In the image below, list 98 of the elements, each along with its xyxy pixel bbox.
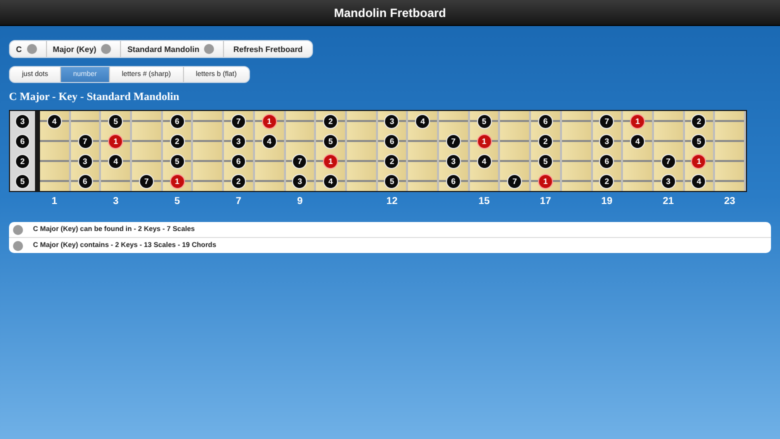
fret-cell [193, 111, 224, 131]
circle-icon [13, 240, 23, 250]
note-marker[interactable]: 6 [231, 154, 246, 168]
selector-button[interactable]: C [10, 41, 47, 57]
note-marker[interactable]: 1 [538, 174, 553, 188]
note-marker[interactable]: 5 [538, 154, 553, 168]
fret-cell [715, 171, 746, 191]
note-marker[interactable]: 4 [630, 134, 646, 148]
note-marker[interactable]: 2 [231, 174, 246, 188]
circle-icon [101, 44, 112, 54]
note-marker[interactable]: 6 [599, 154, 614, 168]
note-marker[interactable]: 3 [599, 134, 614, 148]
fret-cell [562, 171, 593, 191]
note-marker[interactable]: 3 [78, 154, 93, 168]
fret-number: 3 [112, 196, 120, 209]
note-marker[interactable]: 3 [446, 154, 461, 168]
fret-cell [562, 111, 593, 131]
fret-cell [623, 171, 654, 191]
note-marker[interactable]: 5 [384, 174, 400, 188]
fret-number: 17 [538, 196, 552, 209]
refresh-button[interactable]: Refresh Fretboard [224, 41, 312, 57]
fret-number: 9 [296, 196, 304, 209]
note-marker[interactable]: 3 [384, 114, 400, 128]
fret-number: 21 [662, 196, 675, 209]
note-marker[interactable]: 7 [78, 134, 93, 148]
note-marker[interactable]: 5 [170, 154, 185, 168]
note-marker[interactable]: 6 [538, 114, 553, 128]
fret-number: 23 [723, 196, 736, 209]
note-marker[interactable]: 4 [46, 114, 62, 128]
note-marker[interactable]: 2 [538, 134, 553, 148]
fret-cell [346, 171, 378, 191]
window-title: Mandolin Fretboard [334, 6, 446, 20]
note-marker[interactable]: 3 [15, 114, 30, 128]
fret-cell [286, 111, 316, 131]
circle-icon [26, 44, 37, 54]
note-marker[interactable]: 1 [108, 134, 124, 148]
fret-cell [70, 111, 102, 131]
fret-number: 7 [234, 196, 242, 209]
note-marker[interactable]: 3 [292, 174, 308, 188]
fret-cell [40, 171, 71, 191]
note-marker[interactable]: 7 [599, 114, 614, 128]
note-marker[interactable]: 2 [323, 114, 338, 128]
fret-number: 12 [385, 196, 399, 209]
fret-cell [346, 111, 378, 131]
note-marker[interactable]: 6 [78, 174, 93, 188]
circle-icon [13, 224, 23, 234]
fret-cell [470, 171, 500, 191]
note-marker[interactable]: 4 [108, 154, 124, 168]
fret-number: 15 [478, 196, 491, 209]
note-marker[interactable]: 7 [138, 174, 154, 188]
note-marker[interactable]: 4 [691, 174, 706, 188]
note-marker[interactable]: 6 [170, 114, 185, 128]
note-marker[interactable]: 5 [476, 114, 492, 128]
fret-cell [500, 111, 532, 131]
note-marker[interactable]: 6 [15, 134, 30, 148]
fret-cell [715, 111, 746, 131]
note-marker[interactable]: 7 [660, 154, 676, 168]
note-marker[interactable]: 3 [231, 134, 246, 148]
note-marker[interactable]: 1 [262, 114, 277, 128]
fret-number: 5 [173, 196, 181, 209]
note-marker[interactable]: 4 [476, 154, 492, 168]
note-marker[interactable]: 5 [108, 114, 124, 128]
note-marker[interactable]: 2 [599, 174, 614, 188]
fret-cell [408, 171, 440, 191]
fret-cell [132, 111, 163, 131]
note-marker[interactable]: 4 [323, 174, 338, 188]
note-marker[interactable]: 3 [660, 174, 676, 188]
note-marker[interactable]: 1 [170, 174, 185, 188]
fret-cell [193, 171, 224, 191]
note-marker[interactable]: 2 [170, 134, 185, 148]
note-marker[interactable]: 6 [446, 174, 461, 188]
note-marker[interactable]: 1 [323, 154, 338, 168]
note-marker[interactable]: 5 [15, 174, 30, 188]
note-marker[interactable]: 1 [630, 114, 646, 128]
note-marker[interactable]: 1 [476, 134, 492, 148]
note-marker[interactable]: 5 [323, 134, 338, 148]
fretboard-heading: C Major - Key - Standard Mandolin [9, 91, 180, 103]
circle-icon [204, 44, 214, 54]
note-marker[interactable]: 7 [446, 134, 461, 148]
selector-button[interactable]: Standard Mandolin [121, 41, 224, 57]
fret-number: 1 [50, 196, 58, 209]
fret-cell [439, 111, 470, 131]
note-marker[interactable]: 4 [262, 134, 277, 148]
note-marker[interactable]: 1 [691, 154, 706, 168]
fret-cell [654, 111, 685, 131]
note-marker[interactable]: 5 [691, 134, 706, 148]
note-marker[interactable]: 2 [15, 154, 30, 168]
note-marker[interactable]: 7 [231, 114, 246, 128]
note-marker[interactable]: 6 [384, 134, 400, 148]
note-marker[interactable]: 2 [691, 114, 706, 128]
fret-number: 19 [600, 196, 614, 209]
note-marker[interactable]: 4 [415, 114, 430, 128]
selector-button[interactable]: Major (Key) [46, 41, 122, 57]
note-marker[interactable]: 2 [384, 154, 400, 168]
fret-cell [254, 171, 286, 191]
note-marker[interactable]: 7 [507, 174, 522, 188]
fret-cell [101, 171, 132, 191]
note-marker[interactable]: 7 [292, 154, 308, 168]
